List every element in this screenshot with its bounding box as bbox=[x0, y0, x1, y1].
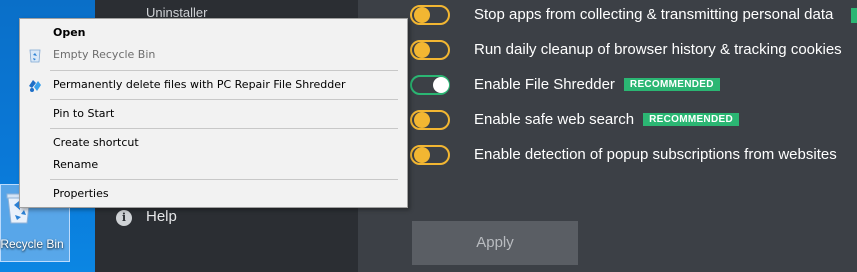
setting-label: Enable detection of popup subscriptions … bbox=[474, 146, 837, 163]
personal-data-toggle[interactable] bbox=[410, 5, 450, 25]
menu-item-file-shredder[interactable]: Permanently delete files with PC Repair … bbox=[20, 75, 407, 95]
setting-label: Run daily cleanup of browser history & t… bbox=[474, 41, 842, 58]
toggle-knob bbox=[414, 7, 430, 23]
toggle-knob bbox=[414, 112, 430, 128]
popup-detection-toggle[interactable] bbox=[410, 145, 450, 165]
menu-item-label: Open bbox=[53, 26, 86, 39]
menu-item-label: Create shortcut bbox=[53, 136, 139, 149]
toggle-knob bbox=[433, 77, 449, 93]
menu-item-rename[interactable]: Rename bbox=[20, 155, 407, 175]
recycle-bin-icon bbox=[29, 49, 41, 63]
recycle-bin-label: Recycle Bin bbox=[0, 237, 64, 251]
setting-label-text: Enable File Shredder bbox=[474, 76, 615, 93]
setting-label: Stop apps from collecting & transmitting… bbox=[474, 6, 834, 23]
menu-item-label: Rename bbox=[53, 158, 99, 171]
setting-label: Enable File Shredder RECOMMENDED bbox=[474, 76, 720, 93]
menu-item-empty-recycle-bin[interactable]: Empty Recycle Bin bbox=[20, 45, 407, 65]
recommended-badge: RECOMMENDED bbox=[643, 113, 739, 126]
sidebar-item-label: Help bbox=[146, 208, 177, 225]
recommended-badge-clipped bbox=[851, 8, 857, 23]
setting-label-text: Enable safe web search bbox=[474, 111, 635, 128]
info-icon: i bbox=[116, 210, 132, 226]
toggle-knob bbox=[414, 147, 430, 163]
menu-item-open[interactable]: Open bbox=[20, 23, 407, 43]
menu-separator bbox=[50, 179, 398, 180]
menu-separator bbox=[50, 70, 398, 71]
daily-cleanup-toggle[interactable] bbox=[410, 40, 450, 60]
pc-repair-icon bbox=[29, 80, 41, 92]
file-shredder-toggle[interactable] bbox=[410, 75, 450, 95]
menu-item-label: Permanently delete files with PC Repair … bbox=[53, 78, 346, 91]
toggle-knob bbox=[414, 42, 430, 58]
menu-item-label: Empty Recycle Bin bbox=[53, 48, 156, 61]
menu-separator bbox=[50, 99, 398, 100]
menu-item-create-shortcut[interactable]: Create shortcut bbox=[20, 133, 407, 153]
apply-button[interactable]: Apply bbox=[412, 221, 578, 265]
context-menu: Open Empty Recycle Bin Permanently delet… bbox=[19, 18, 408, 208]
menu-item-label: Properties bbox=[53, 187, 109, 200]
menu-separator bbox=[50, 128, 398, 129]
setting-label: Enable safe web search RECOMMENDED bbox=[474, 111, 739, 128]
menu-item-properties[interactable]: Properties bbox=[20, 184, 407, 204]
menu-item-pin-to-start[interactable]: Pin to Start bbox=[20, 104, 407, 124]
recommended-badge: RECOMMENDED bbox=[623, 78, 720, 91]
menu-item-label: Pin to Start bbox=[53, 107, 115, 120]
safe-search-toggle[interactable] bbox=[410, 110, 450, 130]
